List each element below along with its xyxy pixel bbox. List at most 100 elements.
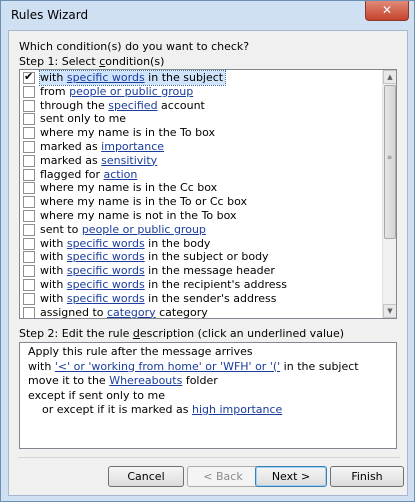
- description-text: with: [28, 359, 55, 373]
- condition-item[interactable]: through the specified account: [20, 99, 383, 113]
- condition-item[interactable]: where my name is in the Cc box: [20, 181, 383, 195]
- condition-item[interactable]: where my name is in the To box: [20, 126, 383, 140]
- description-line: with '<' or 'working from home' or 'WFH'…: [28, 360, 359, 374]
- condition-text: through the: [40, 98, 109, 112]
- scroll-thumb[interactable]: ≡: [384, 85, 396, 239]
- condition-text: in the recipient's address: [144, 278, 287, 291]
- condition-text: category: [155, 305, 208, 319]
- title-bar[interactable]: Rules Wizard ✕: [1, 1, 414, 30]
- step1-suffix: ondition(s): [105, 55, 165, 68]
- condition-checkbox[interactable]: [23, 306, 35, 318]
- description-text: or except if it is marked as: [42, 403, 192, 416]
- condition-checkbox[interactable]: [23, 154, 35, 167]
- condition-checkbox[interactable]: [23, 251, 35, 264]
- condition-checkbox[interactable]: [23, 265, 35, 278]
- condition-item[interactable]: assigned to category category: [20, 305, 383, 319]
- condition-text: with: [40, 236, 67, 250]
- condition-value-link[interactable]: specific words: [67, 292, 145, 305]
- scroll-up-button[interactable]: ▲: [383, 70, 396, 84]
- condition-value-link[interactable]: importance: [101, 140, 164, 153]
- condition-value-link[interactable]: sensitivity: [101, 154, 157, 167]
- description-value-link[interactable]: '<' or 'working from home' or 'WFH' or '…: [55, 360, 280, 373]
- back-button[interactable]: < Back: [187, 466, 259, 487]
- condition-value-link[interactable]: specific words: [67, 250, 145, 263]
- cancel-button[interactable]: Cancel: [108, 466, 184, 487]
- description-text: folder: [182, 374, 218, 387]
- condition-text: assigned to: [40, 305, 107, 319]
- condition-item[interactable]: from people or public group: [20, 85, 383, 99]
- condition-checkbox[interactable]: [23, 127, 35, 140]
- rule-description-box: Apply this rule after the message arrive…: [19, 342, 397, 449]
- description-value-link[interactable]: high importance: [192, 403, 282, 416]
- condition-label: with specific words in the subject or bo…: [40, 250, 271, 264]
- condition-text: in the sender's address: [144, 291, 277, 305]
- condition-text: in the subject: [144, 71, 224, 84]
- condition-label: where my name is in the To or Cc box: [40, 195, 249, 209]
- condition-text: from: [40, 84, 70, 98]
- condition-value-link[interactable]: specific words: [67, 264, 145, 277]
- condition-text: account: [157, 98, 205, 112]
- condition-label: marked as sensitivity: [40, 154, 159, 168]
- condition-text: marked as: [40, 140, 102, 153]
- window-title: Rules Wizard: [11, 8, 89, 22]
- condition-checkbox[interactable]: [23, 182, 35, 195]
- conditions-list[interactable]: assigned to category category with specif…: [19, 69, 397, 319]
- condition-item[interactable]: with specific words in the message heade…: [20, 264, 383, 278]
- condition-item[interactable]: with specific words in the sender's addr…: [20, 292, 383, 306]
- condition-label: where my name is not in the To box: [40, 209, 239, 223]
- condition-value-link[interactable]: action: [104, 168, 138, 181]
- condition-item[interactable]: with specific words in the body: [20, 237, 383, 251]
- condition-item[interactable]: flagged for action: [20, 168, 383, 182]
- condition-item[interactable]: marked as sensitivity: [20, 154, 383, 168]
- condition-item[interactable]: sent only to me: [20, 112, 383, 126]
- description-text: move it to the: [28, 374, 110, 387]
- condition-item[interactable]: marked as importance: [20, 140, 383, 154]
- condition-value-link[interactable]: specific words: [67, 237, 145, 250]
- description-line: Apply this rule after the message arrive…: [28, 345, 253, 359]
- condition-item[interactable]: sent to people or public group: [20, 223, 383, 237]
- scroll-down-button[interactable]: ▼: [383, 304, 396, 318]
- scroll-up-icon: ▲: [387, 73, 393, 81]
- description-value-link[interactable]: Whereabouts: [109, 374, 182, 387]
- condition-checkbox[interactable]: ✔: [23, 70, 35, 84]
- condition-checkbox[interactable]: [23, 292, 35, 305]
- condition-checkbox[interactable]: [23, 141, 35, 153]
- condition-text: in the message header: [144, 264, 275, 278]
- condition-checkbox[interactable]: [23, 223, 35, 236]
- condition-label: with specific words in the recipient's a…: [40, 278, 289, 292]
- condition-checkbox[interactable]: [23, 196, 35, 209]
- condition-value-link[interactable]: people or public group: [69, 85, 193, 98]
- condition-value-link[interactable]: people or public group: [82, 223, 206, 236]
- condition-text: in the body: [144, 236, 211, 250]
- close-button[interactable]: ✕: [365, 1, 409, 21]
- condition-checkbox[interactable]: [23, 279, 35, 291]
- condition-item[interactable]: with specific words in the subject or bo…: [20, 250, 383, 264]
- step1-prefix: Step 1: Select: [19, 55, 100, 68]
- condition-label: with specific words in the message heade…: [40, 264, 277, 278]
- condition-checkbox[interactable]: [23, 85, 35, 98]
- condition-text: flagged for: [40, 167, 104, 181]
- condition-item[interactable]: where my name is not in the To box: [20, 209, 383, 223]
- condition-value-link[interactable]: specific words: [67, 71, 145, 84]
- condition-text: where my name is in the To or Cc box: [40, 195, 247, 209]
- condition-label: where my name is in the To box: [40, 126, 217, 140]
- condition-checkbox[interactable]: [23, 168, 35, 181]
- next-button[interactable]: Next >: [255, 466, 327, 487]
- condition-text: sent only to me: [40, 112, 127, 126]
- condition-label: through the specified account: [40, 99, 207, 113]
- condition-value-link[interactable]: category: [107, 306, 156, 318]
- condition-item[interactable]: where my name is in the To or Cc box: [20, 195, 383, 209]
- condition-item[interactable]: with specific words in the recipient's a…: [20, 278, 383, 292]
- finish-button[interactable]: Finish: [330, 466, 404, 487]
- condition-text: where my name is in the To box: [40, 126, 216, 140]
- condition-checkbox[interactable]: [23, 210, 35, 222]
- conditions-scrollbar[interactable]: ▲ ≡ ▼: [382, 70, 396, 318]
- condition-value-link[interactable]: specified: [108, 99, 157, 112]
- condition-value-link[interactable]: specific words: [67, 278, 145, 291]
- condition-checkbox[interactable]: [23, 99, 35, 112]
- condition-item[interactable]: ✔ with specific words in the subject: [20, 70, 383, 86]
- description-line: move it to the Whereabouts folder: [28, 374, 218, 388]
- condition-checkbox[interactable]: [23, 237, 35, 250]
- step2-suffix: escription (click an underlined value): [139, 327, 345, 340]
- condition-checkbox[interactable]: [23, 113, 35, 126]
